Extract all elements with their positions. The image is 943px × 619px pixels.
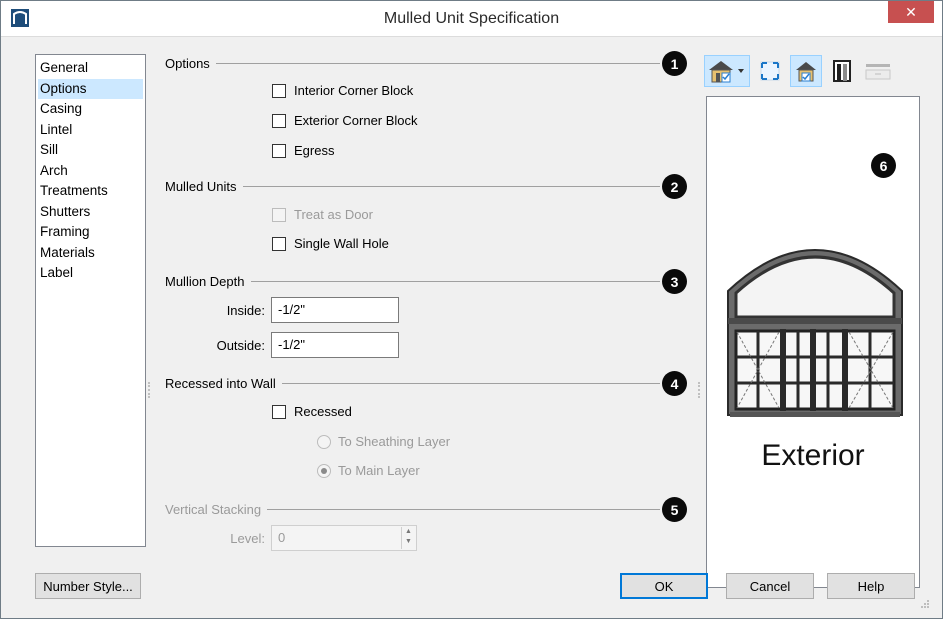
fill-window-button[interactable] [754,55,786,87]
close-button[interactable]: ✕ [888,1,934,23]
single-wall-hole-option[interactable]: Single Wall Hole [272,236,389,251]
spinner-arrows-icon: ▲ ▼ [401,527,415,549]
level-value: 0 [278,530,286,545]
mullion-depth-section-label: Mullion Depth [165,274,245,289]
treat-as-door-checkbox [272,207,286,222]
to-main-layer-option: To Main Layer [317,463,420,478]
egress-checkbox[interactable] [272,143,286,158]
wall-preview-icon [865,64,891,80]
nav-item-materials[interactable]: Materials [38,243,143,264]
recessed-section-header: Recessed into Wall 4 [165,371,687,396]
wall-preview-button[interactable] [862,55,894,87]
callout-badge-5: 5 [662,497,687,522]
vertical-stacking-section-label: Vertical Stacking [165,502,262,517]
view-type-dropdown-icon [709,61,744,83]
interior-corner-block-option[interactable]: Interior Corner Block [272,83,413,98]
to-main-layer-label: To Main Layer [338,463,420,478]
mulled-units-section-header: Mulled Units 2 [165,174,687,199]
nav-item-sill[interactable]: Sill [38,140,143,161]
preview-caption: Exterior [761,439,865,472]
to-sheathing-layer-option: To Sheathing Layer [317,434,450,449]
nav-item-lintel[interactable]: Lintel [38,120,143,141]
outside-label: Outside: [216,338,265,353]
single-wall-hole-checkbox[interactable] [272,236,286,251]
egress-option[interactable]: Egress [272,143,334,158]
section-divider [215,63,660,64]
fill-window-icon [760,61,780,81]
callout-badge-6: 6 [871,153,896,178]
number-style-button[interactable]: Number Style... [35,573,141,599]
show-exterior-icon [796,62,816,82]
category-list[interactable]: General Options Casing Lintel Sill Arch … [35,54,146,547]
interior-corner-block-label: Interior Corner Block [294,83,414,98]
show-exterior-button[interactable] [790,55,822,87]
callout-badge-4: 4 [662,371,687,396]
options-section-label: Options [165,56,210,71]
inside-label: Inside: [226,303,265,318]
section-divider [281,383,660,384]
outside-depth-input[interactable]: -1/2" [271,332,399,358]
mullion-depth-section-header: Mullion Depth 3 [165,269,687,294]
level-label: Level: [230,531,265,546]
single-wall-hole-label: Single Wall Hole [294,236,389,251]
dialog-body: General Options Casing Lintel Sill Arch … [9,37,934,612]
help-button[interactable]: Help [827,573,915,599]
to-main-layer-radio [317,463,331,478]
nav-item-arch[interactable]: Arch [38,161,143,182]
exterior-corner-block-label: Exterior Corner Block [294,113,418,128]
door-frame-button[interactable] [826,55,858,87]
nav-item-options[interactable]: Options [38,78,143,99]
section-divider [250,281,660,282]
nav-item-shutters[interactable]: Shutters [38,202,143,223]
inside-depth-input[interactable]: -1/2" [271,297,399,323]
treat-as-door-label: Treat as Door [294,207,373,222]
recessed-label: Recessed [294,404,352,419]
cancel-button[interactable]: Cancel [726,573,814,599]
preview-pane[interactable]: 6 Exterior [706,96,920,588]
exterior-corner-block-checkbox[interactable] [272,113,286,128]
callout-badge-3: 3 [662,269,687,294]
treat-as-door-option: Treat as Door [272,207,373,222]
level-spinner: 0 ▲ ▼ [271,525,417,551]
nav-item-treatments[interactable]: Treatments [38,181,143,202]
recessed-section-label: Recessed into Wall [165,376,276,391]
nav-item-casing[interactable]: Casing [38,99,143,120]
exterior-corner-block-option[interactable]: Exterior Corner Block [272,113,418,128]
dialog-window: Mulled Unit Specification ✕ General Opti… [0,0,943,619]
vertical-stacking-section-header: Vertical Stacking 5 [165,497,687,522]
title-bar[interactable]: Mulled Unit Specification ✕ [1,1,942,37]
options-section-header: Options 1 [165,51,687,76]
callout-badge-2: 2 [662,174,687,199]
resize-grip-icon[interactable] [920,599,930,609]
nav-item-framing[interactable]: Framing [38,222,143,243]
to-sheathing-layer-radio [317,434,331,449]
view-type-dropdown-button[interactable] [704,55,750,87]
ok-button[interactable]: OK [620,573,708,599]
egress-label: Egress [294,143,335,158]
nav-item-label[interactable]: Label [38,263,143,284]
recessed-option[interactable]: Recessed [272,404,352,419]
recessed-checkbox[interactable] [272,404,286,419]
splitter-grip [148,382,150,398]
nav-item-general[interactable]: General [38,58,143,79]
splitter-grip [698,382,700,398]
preview-toolbar [704,55,894,87]
interior-corner-block-checkbox[interactable] [272,83,286,98]
mulled-units-section-label: Mulled Units [165,179,237,194]
to-sheathing-layer-label: To Sheathing Layer [338,434,451,449]
mulled-window-preview-image [727,249,903,417]
window-title: Mulled Unit Specification [383,10,560,27]
callout-badge-1: 1 [662,51,687,76]
section-divider [267,509,660,510]
door-frame-icon [833,60,851,82]
section-divider [242,186,660,187]
